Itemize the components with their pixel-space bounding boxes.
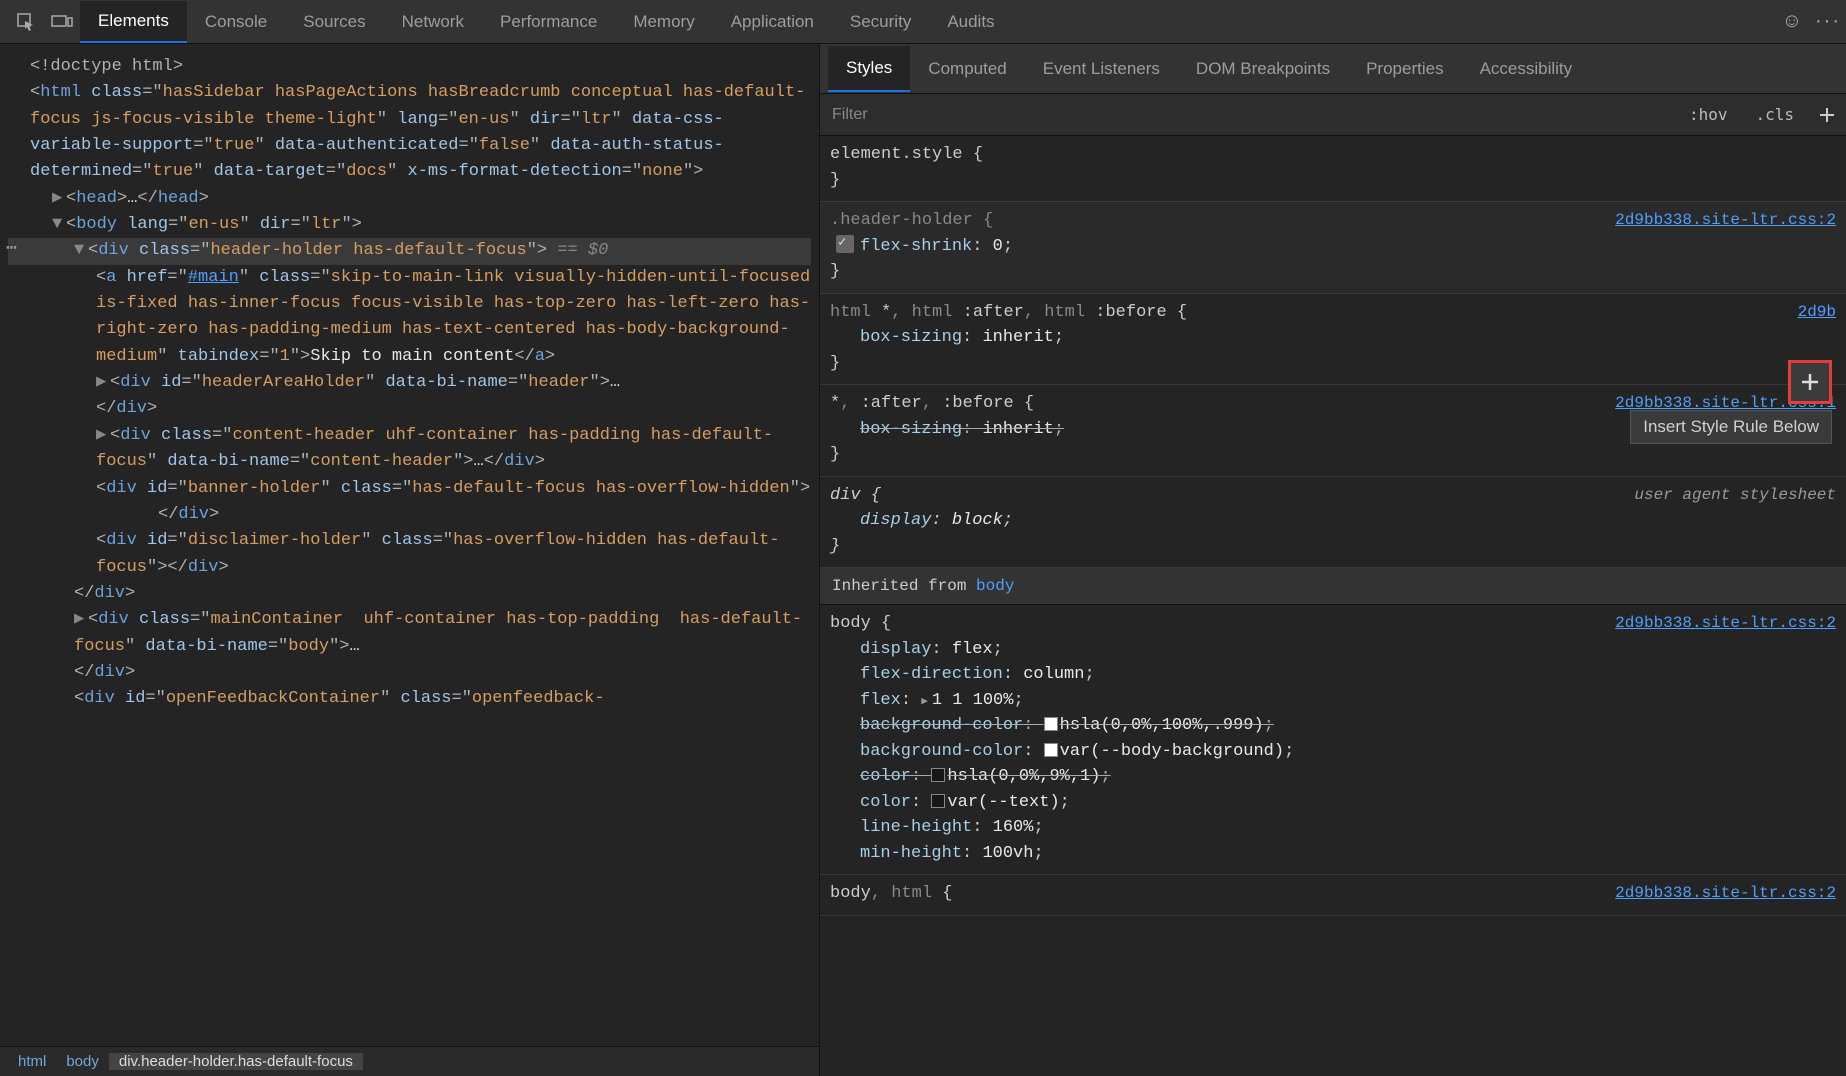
tab-sources[interactable]: Sources [285, 2, 383, 42]
color-swatch[interactable] [1044, 717, 1058, 731]
styles-filter-bar: :hov .cls [820, 94, 1846, 136]
rule-body-html[interactable]: 2d9bb338.site-ltr.css:2 body, html { [820, 875, 1846, 916]
dom-tree[interactable]: <!doctype html> <html class="hasSidebar … [0, 44, 819, 1046]
tab-event-listeners[interactable]: Event Listeners [1025, 47, 1178, 91]
dom-div-disclaimer[interactable]: <div id="disclaimer-holder" class="has-o… [8, 528, 811, 581]
tab-security[interactable]: Security [832, 2, 929, 42]
tab-styles[interactable]: Styles [828, 46, 910, 92]
expand-shorthand-icon[interactable]: ▶ [921, 694, 928, 711]
dom-a-skip[interactable]: <a href="#main" class="skip-to-main-link… [8, 265, 811, 370]
dom-div-contentheader[interactable]: ▶<div class="content-header uhf-containe… [8, 423, 811, 476]
dom-selected-node[interactable]: ▼<div class="header-holder has-default-f… [8, 238, 811, 264]
inherited-from-bar: Inherited from body [820, 568, 1846, 605]
rule-div-ua[interactable]: user agent stylesheet div { display: blo… [820, 477, 1846, 569]
rule-header-holder[interactable]: 2d9bb338.site-ltr.css:2 .header-holder {… [820, 202, 1846, 294]
color-swatch[interactable] [931, 768, 945, 782]
source-link[interactable]: 2d9bb338.site-ltr.css:2 [1615, 208, 1836, 232]
feedback-icon[interactable]: ☺ [1774, 4, 1810, 40]
overflow-ellipsis-icon: ⋯ [6, 236, 17, 264]
tab-accessibility[interactable]: Accessibility [1462, 47, 1591, 91]
tab-dom-breakpoints[interactable]: DOM Breakpoints [1178, 47, 1348, 91]
dom-div-maincontainer[interactable]: ▶<div class="mainContainer uhf-container… [8, 607, 811, 686]
ua-stylesheet-label: user agent stylesheet [1634, 483, 1836, 507]
breadcrumb: html body div.header-holder.has-default-… [0, 1046, 819, 1076]
rule-body[interactable]: 2d9bb338.site-ltr.css:2 body { display: … [820, 605, 1846, 875]
tab-performance[interactable]: Performance [482, 2, 615, 42]
tab-properties[interactable]: Properties [1348, 47, 1461, 91]
dom-div-headerarea[interactable]: ▶<div id="headerAreaHolder" data-bi-name… [8, 370, 811, 423]
color-swatch[interactable] [1044, 743, 1058, 757]
color-swatch[interactable] [931, 794, 945, 808]
styles-sidebar-tabs: Styles Computed Event Listeners DOM Brea… [820, 44, 1846, 94]
property-checkbox[interactable] [836, 235, 854, 253]
device-toolbar-icon[interactable] [44, 4, 80, 40]
insert-style-rule-button[interactable] [1788, 360, 1832, 404]
tab-network[interactable]: Network [384, 2, 482, 42]
more-icon[interactable]: ··· [1810, 4, 1846, 40]
dom-doctype: <!doctype html> [30, 57, 183, 76]
inspect-element-icon[interactable] [8, 4, 44, 40]
cls-toggle[interactable]: .cls [1741, 105, 1808, 124]
dom-div-feedback[interactable]: <div id="openFeedbackContainer" class="o… [8, 686, 811, 712]
dom-head[interactable]: ▶<head>…</head> [8, 186, 811, 212]
rule-element-style[interactable]: element.style { } [820, 136, 1846, 202]
inherited-link[interactable]: body [976, 577, 1014, 595]
tab-elements[interactable]: Elements [80, 1, 187, 43]
dom-div-banner[interactable]: <div id="banner-holder" class="has-defau… [8, 476, 811, 502]
source-link[interactable]: 2d9bb338.site-ltr.css:2 [1615, 881, 1836, 905]
hov-toggle[interactable]: :hov [1675, 105, 1742, 124]
tab-computed[interactable]: Computed [910, 47, 1024, 91]
breadcrumb-body[interactable]: body [56, 1053, 109, 1070]
styles-filter-input[interactable] [820, 94, 1675, 135]
rule-html-star[interactable]: 2d9b html *, html :after, html :before {… [820, 294, 1846, 386]
breadcrumb-html[interactable]: html [8, 1053, 56, 1070]
breadcrumb-selected[interactable]: div.header-holder.has-default-focus [109, 1053, 363, 1070]
tab-audits[interactable]: Audits [929, 2, 1012, 42]
dom-body-open[interactable]: ▼<body lang="en-us" dir="ltr"> [8, 212, 811, 238]
dom-div-banner-close: </div> [8, 502, 811, 528]
tooltip: Insert Style Rule Below [1630, 410, 1832, 444]
dom-html-open[interactable]: <html class="hasSidebar hasPageActions h… [8, 80, 811, 185]
new-style-rule-icon[interactable] [1808, 106, 1846, 124]
tab-memory[interactable]: Memory [615, 2, 712, 42]
source-link[interactable]: 2d9b [1798, 300, 1836, 324]
tab-console[interactable]: Console [187, 2, 285, 42]
source-link[interactable]: 2d9bb338.site-ltr.css:2 [1615, 611, 1836, 635]
devtools-top-tabs: Elements Console Sources Network Perform… [0, 0, 1846, 44]
tab-application[interactable]: Application [713, 2, 832, 42]
styles-body: element.style { } 2d9bb338.site-ltr.css:… [820, 136, 1846, 1076]
dom-close-header: </div> [8, 581, 811, 607]
